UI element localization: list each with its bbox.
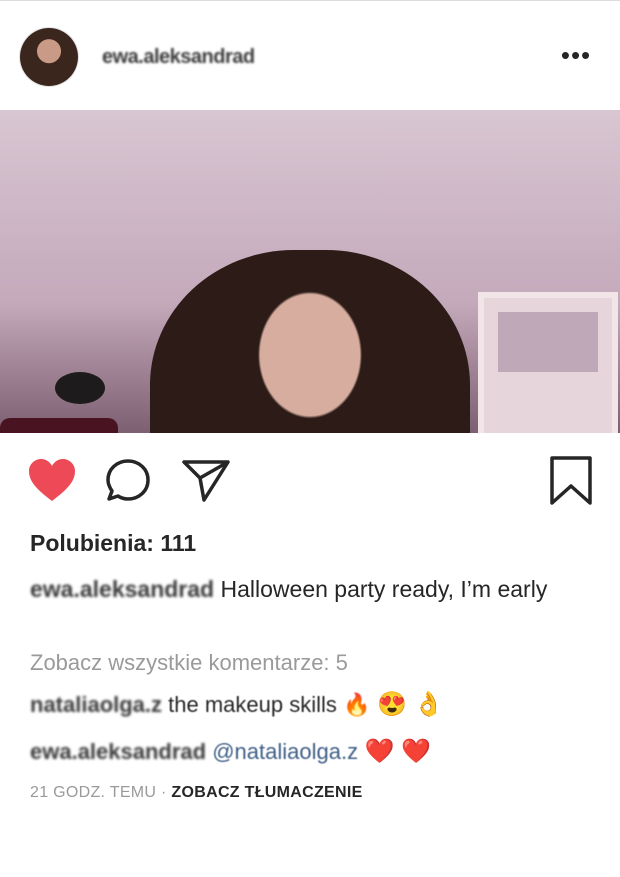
more-options-icon[interactable]: •••: [556, 40, 596, 70]
post-time: 21 GODZ. TEMU: [30, 784, 157, 801]
comment-emoji: ❤️ ❤️: [358, 738, 432, 765]
photo-door: [478, 292, 618, 433]
caption: ewa.aleksandrad Halloween party ready, I…: [30, 574, 595, 605]
username[interactable]: ewa.aleksandrad: [102, 46, 255, 69]
comment-username[interactable]: ewa.aleksandrad: [30, 739, 206, 764]
send-icon[interactable]: [180, 455, 232, 507]
top-divider: [0, 0, 620, 1]
post-header: ewa.aleksandrad •••: [0, 22, 620, 92]
view-all-comments-link[interactable]: Zobacz wszystkie komentarze: 5: [30, 650, 348, 676]
avatar[interactable]: [20, 28, 78, 86]
heart-icon[interactable]: [26, 455, 78, 507]
caption-username[interactable]: ewa.aleksandrad: [30, 576, 214, 602]
photo-chair: [0, 418, 118, 433]
post-photo[interactable]: [0, 110, 620, 433]
bookmark-icon[interactable]: [546, 455, 598, 507]
comment-text: the makeup skills 🔥: [162, 692, 371, 717]
translate-link[interactable]: ZOBACZ TŁUMACZENIE: [171, 784, 362, 801]
post-meta: 21 GODZ. TEMU · ZOBACZ TŁUMACZENIE: [30, 784, 363, 802]
comment-icon[interactable]: [103, 455, 155, 507]
caption-text: Halloween party ready, I’m early: [214, 576, 548, 602]
action-bar: [0, 455, 620, 507]
comment-row: ewa.aleksandrad @nataliaolga.z ❤️ ❤️: [30, 737, 431, 767]
photo-person: [150, 250, 470, 433]
comment-mention[interactable]: @nataliaolga.z: [206, 739, 358, 764]
comment-username[interactable]: nataliaolga.z: [30, 692, 162, 717]
comment-emoji: 😍 👌: [370, 691, 444, 718]
photo-sign: [55, 372, 105, 404]
likes-count[interactable]: Polubienia: 111: [30, 530, 196, 557]
meta-separator: ·: [156, 784, 172, 801]
comment-row: nataliaolga.z the makeup skills 🔥 😍 👌: [30, 690, 444, 720]
